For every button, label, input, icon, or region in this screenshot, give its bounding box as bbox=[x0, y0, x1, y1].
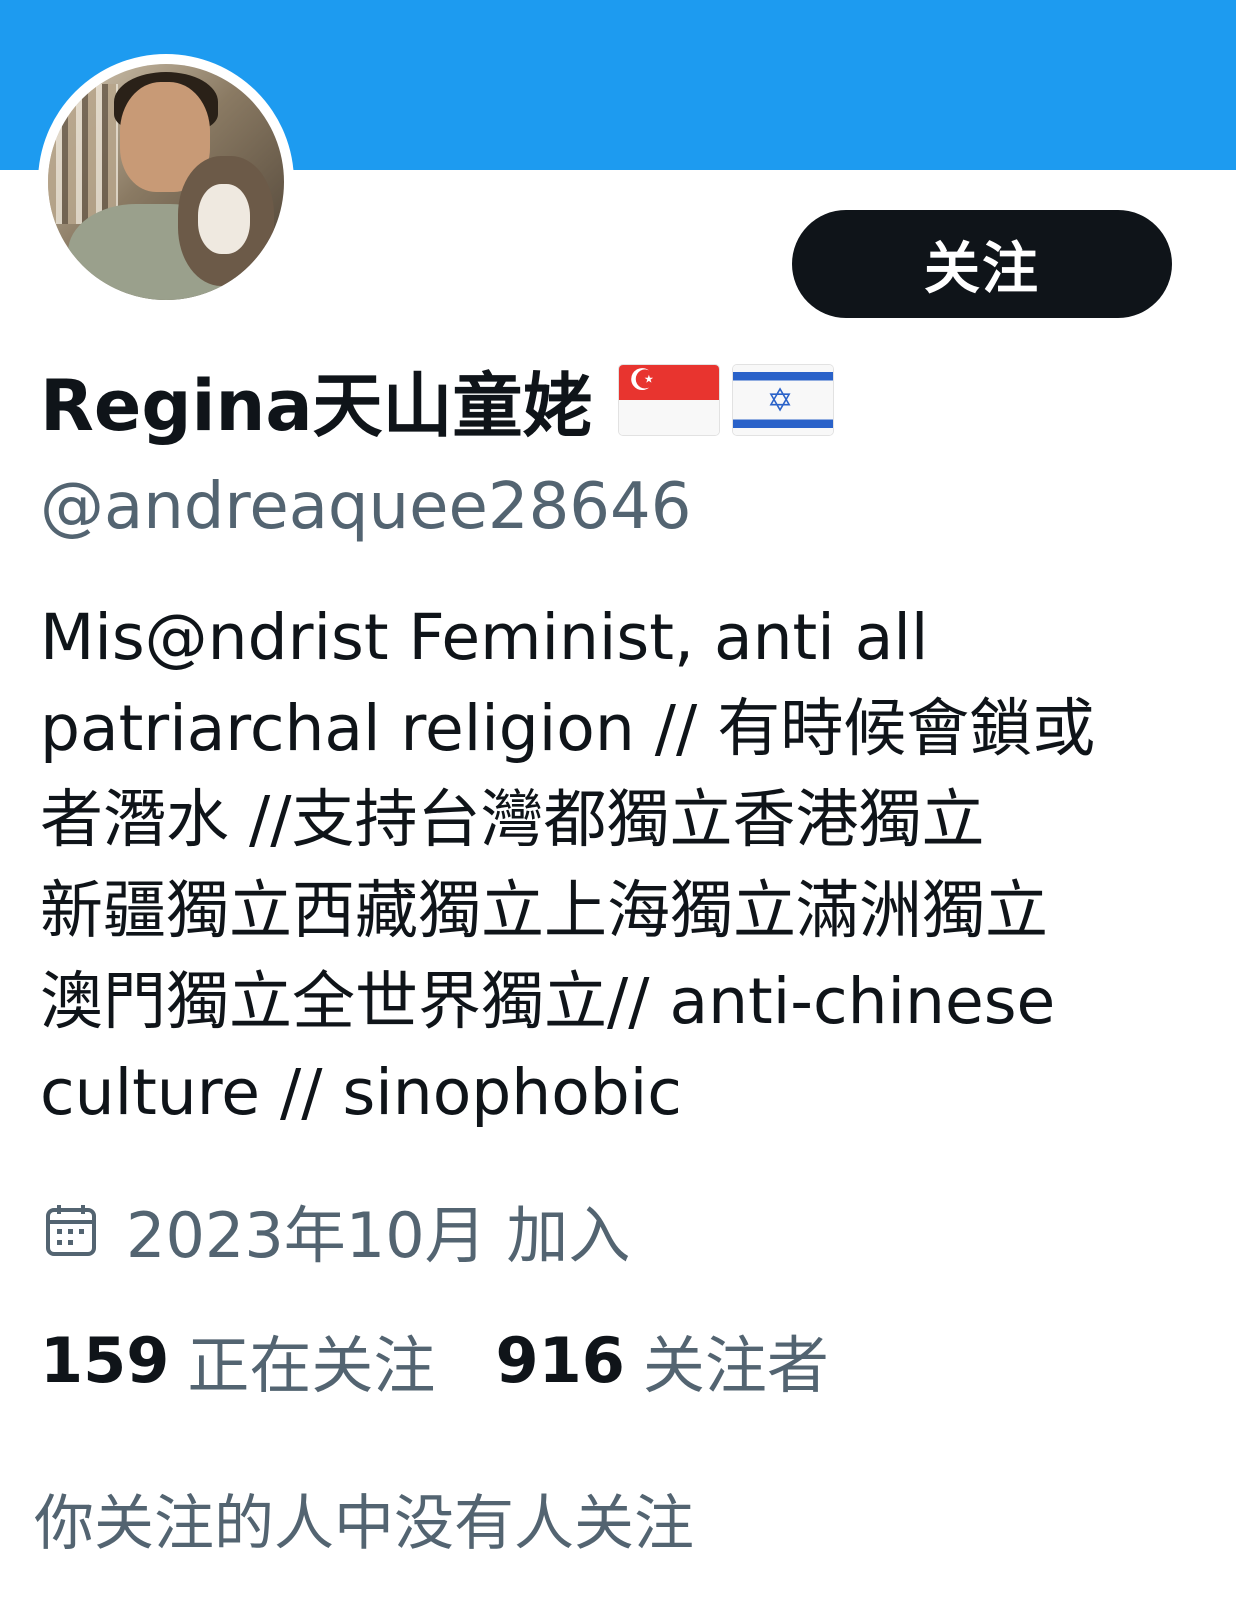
mutual-followers-text: 你关注的人中没有人关注 bbox=[34, 1489, 694, 1559]
followers-count: 916 bbox=[495, 1323, 625, 1397]
avatar-photo bbox=[48, 64, 284, 300]
bio-line: 澳門獨立全世界獨立// anti-chinese bbox=[40, 965, 1056, 1038]
bio-line: 新疆獨立西藏獨立上海獨立滿洲獨立 bbox=[40, 874, 1048, 947]
followers-label: 关注者 bbox=[642, 1329, 829, 1402]
calendar-icon bbox=[46, 1205, 96, 1256]
follow-stats: 159 正在关注 916 关注者 bbox=[40, 1320, 829, 1403]
following-link[interactable]: 159 正在关注 bbox=[40, 1315, 435, 1405]
bio-line: Mis@ndrist Feminist, anti all bbox=[40, 601, 929, 674]
bio-line: 者潛水 //支持台灣都獨立香港獨立 bbox=[40, 783, 985, 856]
followers-link[interactable]: 916 关注者 bbox=[495, 1315, 828, 1405]
profile-bio: Mis@ndrist Feminist, anti all patriarcha… bbox=[40, 592, 1170, 1138]
bio-line: culture // sinophobic bbox=[40, 1056, 682, 1129]
following-count: 159 bbox=[40, 1323, 170, 1397]
join-date: 2023年10月 加入 bbox=[40, 1190, 630, 1272]
follow-button[interactable]: 关注 bbox=[792, 210, 1172, 318]
user-handle: @andreaquee28646 bbox=[40, 470, 692, 544]
display-name-text: Regina天山童姥 bbox=[40, 364, 593, 447]
bio-line: patriarchal religion // 有時候會鎖或 bbox=[40, 692, 1096, 765]
display-name: Regina天山童姥 bbox=[40, 350, 833, 450]
join-date-text: 2023年10月 加入 bbox=[126, 1199, 631, 1272]
avatar[interactable] bbox=[38, 54, 294, 310]
singapore-flag-icon bbox=[618, 365, 719, 435]
israel-flag-icon bbox=[732, 365, 833, 435]
following-label: 正在关注 bbox=[187, 1329, 436, 1402]
